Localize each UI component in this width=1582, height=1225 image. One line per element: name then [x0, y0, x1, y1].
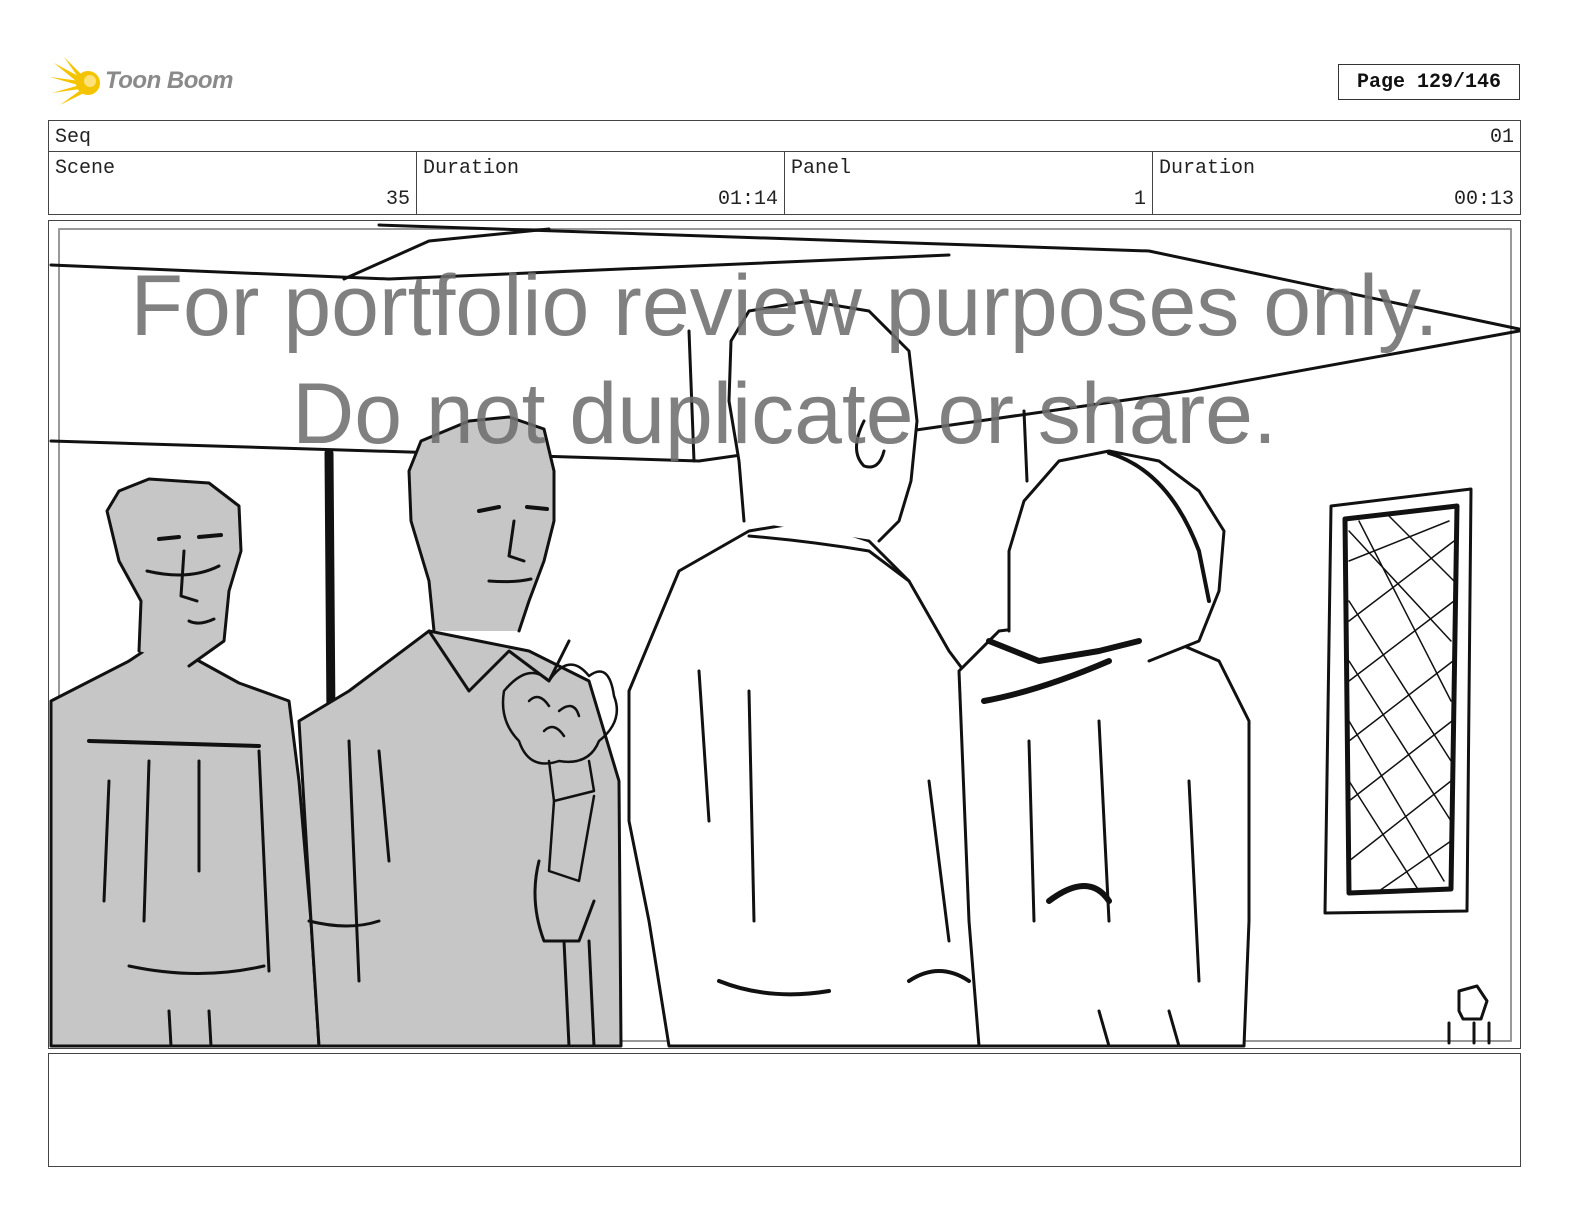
panel-cell: Panel 1	[785, 152, 1153, 214]
watermark-line-1: For portfolio review purposes only.	[130, 258, 1439, 354]
panel-notes-box	[48, 1053, 1521, 1167]
seq-row: Seq 01	[49, 121, 1520, 152]
meta-row: Scene 35 Duration 01:14 Panel 1 Duration…	[49, 152, 1520, 214]
character-right-woman	[957, 449, 1251, 1048]
character-middle-man	[297, 415, 623, 1048]
scene-duration-label: Duration	[423, 157, 520, 180]
toon-boom-logo: Toon Boom	[50, 55, 250, 110]
scene-label: Scene	[55, 157, 116, 180]
watermark-line-2: Do not duplicate or share.	[292, 366, 1277, 462]
starburst-logo-icon	[50, 57, 100, 105]
scene-cell: Scene 35	[49, 152, 417, 214]
page-counter: Page 129/146	[1338, 64, 1520, 100]
scene-duration-value: 01:14	[717, 188, 778, 211]
scene-value: 35	[385, 188, 410, 211]
panel-duration-label: Duration	[1159, 157, 1256, 180]
panel-duration-cell: Duration 00:13	[1153, 152, 1520, 214]
panel-info-table: Seq 01 Scene 35 Duration 01:14 Panel 1 D…	[48, 120, 1521, 215]
seq-label: Seq	[55, 126, 92, 149]
panel-value: 1	[1133, 188, 1146, 211]
logo-text: Toon Boom	[105, 67, 233, 94]
panel-duration-value: 00:13	[1453, 188, 1514, 211]
seq-value: 01	[1489, 126, 1514, 149]
storyboard-panel: For portfolio review purposes only. Do n…	[48, 220, 1521, 1049]
character-left-man	[49, 477, 321, 1048]
panel-label: Panel	[791, 157, 852, 180]
scene-duration-cell: Duration 01:14	[417, 152, 785, 214]
